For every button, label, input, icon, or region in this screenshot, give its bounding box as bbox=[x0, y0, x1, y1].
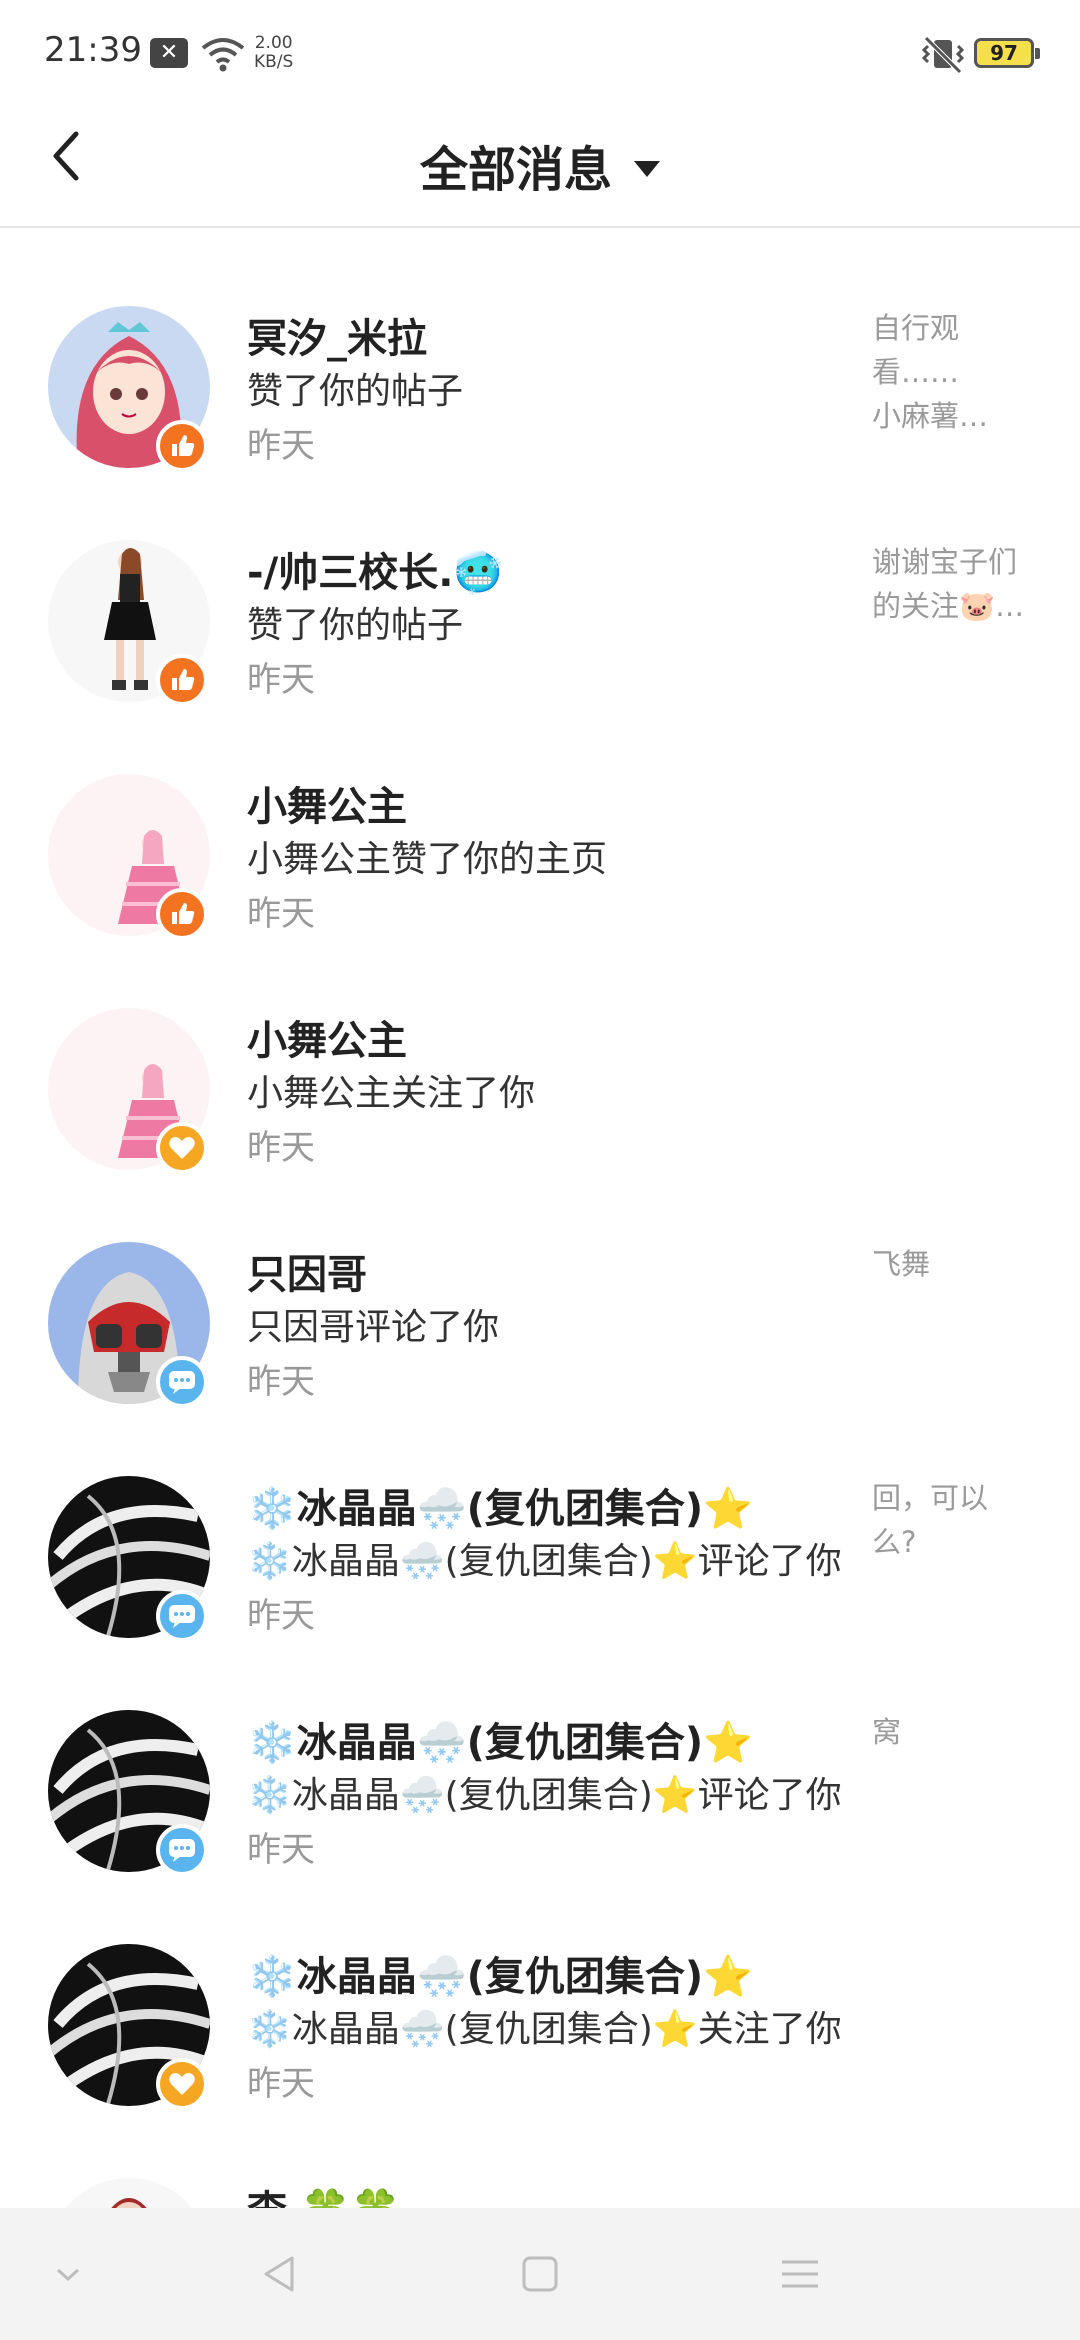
status-time: 21:39 bbox=[44, 30, 142, 70]
post-preview[interactable]: 窝 bbox=[872, 1710, 1042, 1754]
message-time: 昨天 bbox=[247, 2064, 315, 2104]
triangle-down-icon bbox=[634, 161, 660, 177]
comment-badge-icon bbox=[156, 1824, 208, 1876]
home-square-icon[interactable] bbox=[514, 2248, 566, 2300]
system-nav-bar bbox=[0, 2208, 1080, 2340]
message-item[interactable]: 冥汐_米拉 赞了你的帖子 昨天 自行观看…… 小麻薯… bbox=[0, 306, 1080, 540]
page-title: 全部消息 bbox=[419, 142, 612, 198]
message-action: 赞了你的帖子 bbox=[247, 605, 464, 646]
like-badge-icon bbox=[156, 654, 208, 706]
post-preview[interactable]: 回，可以 么? bbox=[872, 1476, 1042, 1564]
like-badge-icon bbox=[156, 888, 208, 940]
message-item[interactable]: ❄️冰晶晶🌨️(复仇团集合)⭐ ❄️冰晶晶🌨️(复仇团集合)⭐关注了你 昨天 bbox=[0, 1944, 1080, 2178]
battery-icon: 97 bbox=[974, 38, 1040, 68]
top-app-bar: 全部消息 bbox=[0, 100, 1080, 228]
avatar[interactable] bbox=[48, 2178, 210, 2208]
message-action: 小舞公主赞了你的主页 bbox=[247, 839, 608, 880]
message-time: 昨天 bbox=[247, 1830, 315, 1870]
message-item[interactable]: 小舞公主 小舞公主关注了你 昨天 bbox=[0, 1008, 1080, 1242]
post-preview[interactable]: 谢谢宝子们 的关注🐷… bbox=[872, 540, 1042, 628]
chevron-down-icon[interactable] bbox=[42, 2248, 94, 2300]
message-item[interactable]: -/帅三校长.🥶 赞了你的帖子 昨天 谢谢宝子们 的关注🐷… bbox=[0, 540, 1080, 774]
back-triangle-icon[interactable] bbox=[254, 2248, 306, 2300]
vibrate-off-icon bbox=[921, 36, 965, 74]
sender-name: ❄️冰晶晶🌨️(复仇团集合)⭐ bbox=[247, 1954, 753, 2000]
message-time: 昨天 bbox=[247, 426, 315, 466]
sender-name: 小舞公主 bbox=[247, 784, 407, 830]
follow-heart-badge-icon bbox=[156, 2058, 208, 2110]
message-time: 昨天 bbox=[247, 894, 315, 934]
message-action: ❄️冰晶晶🌨️(复仇团集合)⭐评论了你 bbox=[247, 1541, 842, 1582]
sender-name: 只因哥 bbox=[247, 1252, 367, 1298]
sender-name: 李 🍀🍀 bbox=[247, 2178, 401, 2208]
sender-name: ❄️冰晶晶🌨️(复仇团集合)⭐ bbox=[247, 1486, 753, 1532]
sender-name: 小舞公主 bbox=[247, 1018, 407, 1064]
x-icon: ✕ bbox=[150, 38, 188, 68]
message-time: 昨天 bbox=[247, 1596, 315, 1636]
message-time: 昨天 bbox=[247, 1128, 315, 1168]
message-action: ❄️冰晶晶🌨️(复仇团集合)⭐评论了你 bbox=[247, 1775, 842, 1816]
comment-badge-icon bbox=[156, 1590, 208, 1642]
status-bar: 21:39 ✕ 2.00 KB/S 97 bbox=[0, 0, 1080, 100]
message-time: 昨天 bbox=[247, 1362, 315, 1402]
message-list[interactable]: 冥汐_米拉 赞了你的帖子 昨天 自行观看…… 小麻薯… -/帅三校长.🥶 赞了你… bbox=[0, 228, 1080, 2208]
message-item[interactable]: ❄️冰晶晶🌨️(复仇团集合)⭐ ❄️冰晶晶🌨️(复仇团集合)⭐评论了你 昨天 窝 bbox=[0, 1710, 1080, 1944]
message-item[interactable]: 只因哥 只因哥评论了你 昨天 飞舞 bbox=[0, 1242, 1080, 1476]
message-item[interactable]: ❄️冰晶晶🌨️(复仇团集合)⭐ ❄️冰晶晶🌨️(复仇团集合)⭐评论了你 昨天 回… bbox=[0, 1476, 1080, 1710]
message-action: 只因哥评论了你 bbox=[247, 1307, 500, 1348]
menu-lines-icon[interactable] bbox=[774, 2248, 826, 2300]
comment-badge-icon bbox=[156, 1356, 208, 1408]
post-preview[interactable]: 飞舞 bbox=[872, 1242, 1042, 1286]
message-action: 小舞公主关注了你 bbox=[247, 1073, 536, 1114]
speed-unit: KB/S bbox=[254, 52, 294, 72]
message-time: 昨天 bbox=[247, 660, 315, 700]
network-speed: 2.00 KB/S bbox=[254, 34, 293, 72]
like-badge-icon bbox=[156, 420, 208, 472]
wifi-icon bbox=[201, 38, 245, 72]
message-item[interactable]: 李 🍀🍀 bbox=[0, 2178, 1080, 2208]
message-item[interactable]: 小舞公主 小舞公主赞了你的主页 昨天 bbox=[0, 774, 1080, 1008]
message-action: ❄️冰晶晶🌨️(复仇团集合)⭐关注了你 bbox=[247, 2009, 842, 2050]
sender-name: ❄️冰晶晶🌨️(复仇团集合)⭐ bbox=[247, 1720, 753, 1766]
sender-name: -/帅三校长.🥶 bbox=[247, 550, 504, 596]
sender-name: 冥汐_米拉 bbox=[247, 316, 427, 362]
message-action: 赞了你的帖子 bbox=[247, 371, 464, 412]
speed-value: 2.00 bbox=[254, 33, 293, 53]
battery-level: 97 bbox=[990, 41, 1018, 65]
post-preview[interactable]: 自行观看…… 小麻薯… bbox=[872, 306, 1042, 438]
follow-heart-badge-icon bbox=[156, 1122, 208, 1174]
message-filter-dropdown[interactable]: 全部消息 bbox=[0, 130, 1080, 200]
